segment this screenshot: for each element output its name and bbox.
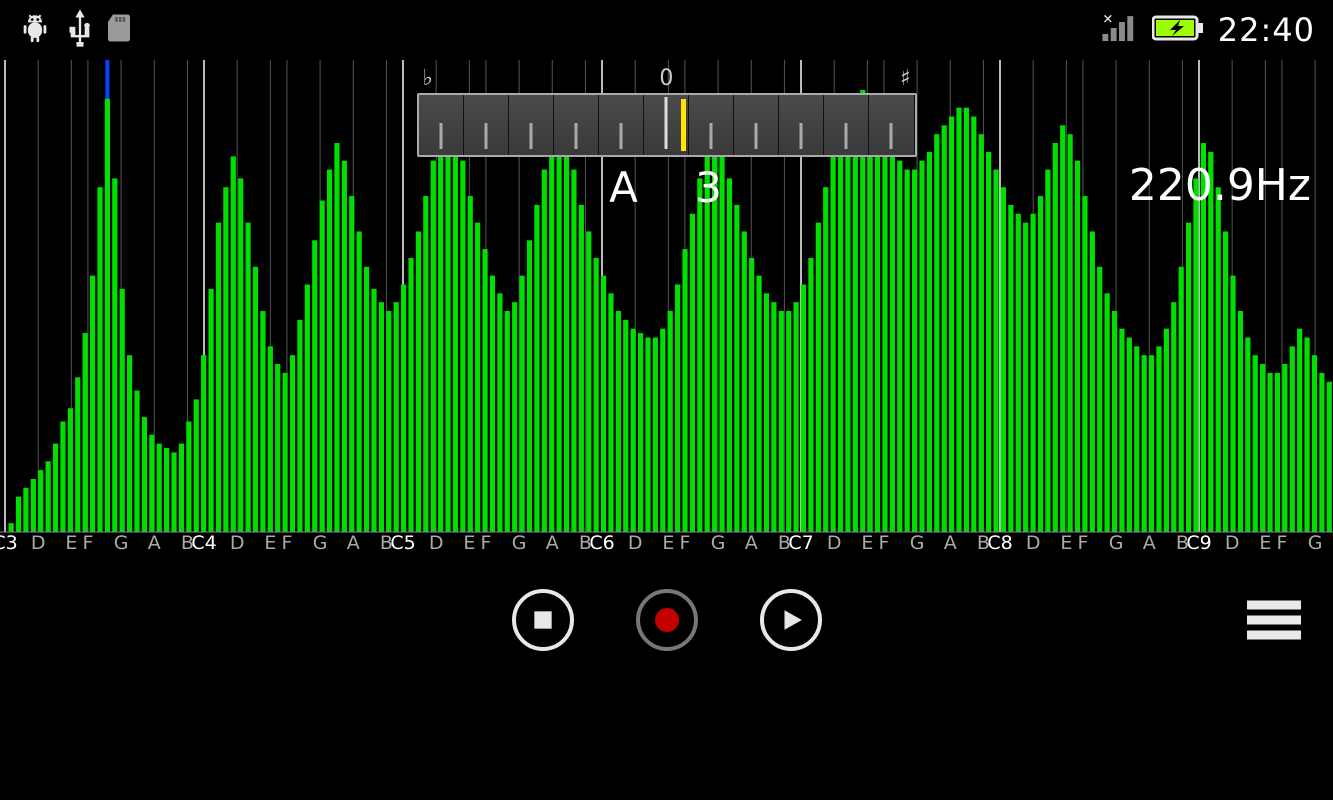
transport-bar [0, 560, 1333, 680]
tuner-meter [417, 93, 917, 157]
usb-icon [66, 8, 94, 52]
detected-frequency: 220.9Hz [1129, 160, 1311, 211]
stop-icon [530, 607, 556, 633]
tuner-center-label: 0 [659, 66, 673, 91]
tuner-scale-labels: ♭ 0 ♯ [417, 66, 917, 93]
android-debug-icon [18, 10, 52, 50]
hamburger-icon [1247, 601, 1301, 610]
detected-note: A 3 [417, 163, 917, 212]
status-bar-right: ✕ 22:40 [1100, 11, 1315, 49]
tuner-needle [681, 99, 686, 151]
tuner-flat-label: ♭ [423, 66, 433, 91]
spectrum-panel: ♭ 0 ♯ A 3 220.9Hz C3DEFGABC4DEFGABC5DEFG… [0, 60, 1333, 560]
status-bar-left [18, 8, 130, 52]
stop-button[interactable] [512, 589, 574, 651]
play-button[interactable] [760, 589, 822, 651]
tuner-sharp-label: ♯ [900, 66, 911, 91]
no-signal-icon: ✕ [1100, 12, 1138, 48]
record-icon [655, 608, 679, 632]
battery-charging-icon [1152, 14, 1204, 46]
status-clock: 22:40 [1218, 11, 1315, 49]
play-icon [778, 607, 804, 633]
tuner: ♭ 0 ♯ A 3 [417, 66, 917, 212]
sd-card-icon [108, 14, 130, 46]
record-button[interactable] [636, 589, 698, 651]
note-axis: C3DEFGABC4DEFGABC5DEFGABC6DEFGABC7DEFGAB… [0, 532, 1333, 558]
menu-button[interactable] [1247, 595, 1301, 646]
android-status-bar: ✕ 22:40 [0, 0, 1333, 60]
svg-text:✕: ✕ [1102, 12, 1113, 27]
